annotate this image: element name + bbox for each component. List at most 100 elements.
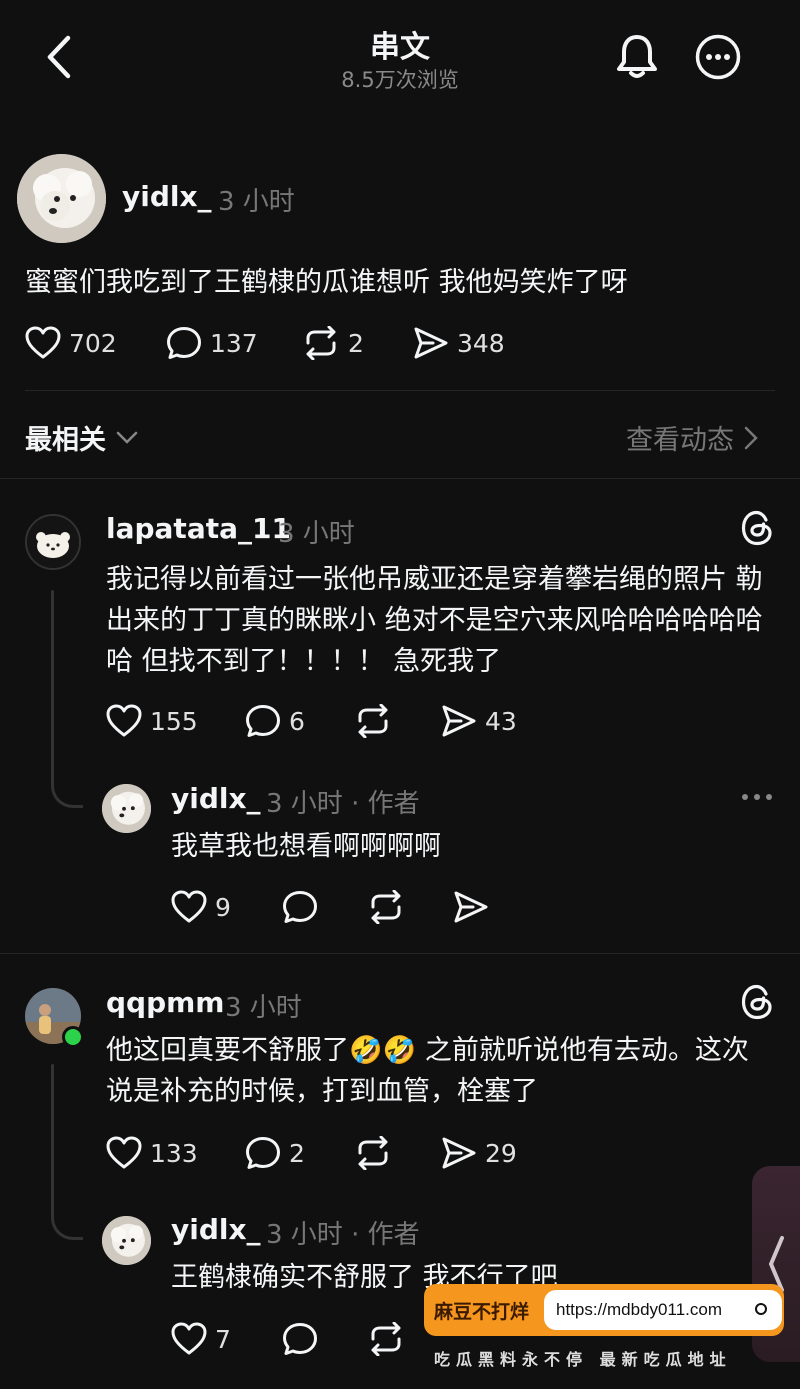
view-activity-link[interactable]: 查看动态 <box>626 418 758 457</box>
dog-avatar-icon <box>17 154 106 243</box>
sort-label: 最相关 <box>25 425 106 456</box>
threads-logo-icon <box>741 510 772 546</box>
post-like-count: 702 <box>69 328 117 358</box>
bear-avatar-icon <box>27 516 79 568</box>
sub-reply-text: 我草我也想看啊啊啊啊 <box>171 831 441 862</box>
sub-reply-share-button[interactable] <box>453 890 489 924</box>
reply-text: 我记得以前看过一张他吊威亚还是穿着攀岩绳的照片 勒出来的丁丁真的眯眯小 绝对不是… <box>106 564 763 677</box>
post-author-name[interactable]: yidlx_ <box>122 180 212 213</box>
post-text: 蜜蜜们我吃到了王鹤棣的瓜谁想听 我他妈笑炸了呀 <box>25 267 628 298</box>
threads-logo-icon <box>741 984 772 1020</box>
watermark-tagline: 吃瓜黑料永不停 最新吃瓜地址 <box>434 1350 732 1369</box>
sub-reply-author-name[interactable]: yidlx_ <box>171 1213 261 1246</box>
comment-icon <box>246 705 280 737</box>
reply-repost-button[interactable] <box>354 704 392 738</box>
reply-author-name[interactable]: lapatata_11 <box>106 512 291 545</box>
online-indicator <box>62 1026 84 1048</box>
reply-like-button[interactable]: 155 <box>106 704 198 738</box>
sub-reply-like-count: 7 <box>215 1324 231 1354</box>
reply-repost-button[interactable] <box>354 1136 392 1170</box>
reply-comment-button[interactable]: 6 <box>245 704 305 738</box>
reply-like-count: 155 <box>150 706 198 736</box>
comment-icon <box>283 1323 317 1355</box>
send-icon <box>442 1137 476 1169</box>
reply-comment-button[interactable]: 2 <box>245 1136 305 1170</box>
heart-icon <box>171 890 207 923</box>
sub-reply-author-name[interactable]: yidlx_ <box>171 782 261 815</box>
ellipsis-icon <box>742 794 772 800</box>
sub-reply-like-button[interactable]: 7 <box>171 1322 231 1356</box>
sub-reply-comment-button[interactable] <box>282 890 318 924</box>
sub-reply-time: 3 小时 · 作者 <box>266 789 420 819</box>
thread-connector <box>51 760 83 808</box>
send-icon <box>414 327 448 359</box>
sub-reply-repost-button[interactable] <box>367 890 405 924</box>
chevron-down-icon <box>116 431 138 444</box>
reply-share-button[interactable]: 29 <box>441 1136 517 1170</box>
reply-share-count: 43 <box>485 706 517 736</box>
divider <box>0 478 800 479</box>
post-repost-count: 2 <box>348 328 364 358</box>
repost-icon <box>371 1322 401 1356</box>
divider <box>25 390 775 391</box>
more-icon <box>695 34 741 80</box>
sort-dropdown[interactable]: 最相关 <box>25 418 138 457</box>
view-activity-label: 查看动态 <box>626 425 734 456</box>
dog-avatar-icon <box>102 784 151 833</box>
post-time: 3 小时 <box>218 187 295 217</box>
reply-like-button[interactable]: 133 <box>106 1136 198 1170</box>
reply-time: 3 小时 <box>278 519 355 549</box>
notification-button[interactable] <box>614 32 660 80</box>
sub-reply-avatar[interactable] <box>102 784 151 833</box>
post-share-button[interactable]: 348 <box>413 326 505 360</box>
sub-reply-avatar[interactable] <box>102 1216 151 1265</box>
repost-icon <box>358 704 388 738</box>
send-icon <box>454 891 488 923</box>
sub-reply-more-button[interactable] <box>740 792 774 802</box>
send-icon <box>442 705 476 737</box>
reply-share-button[interactable]: 43 <box>441 704 517 738</box>
reply-text: 他这回真要不舒服了🤣🤣 之前就听说他有去动。这次说是补充的时候，打到血管，栓塞了 <box>106 1035 749 1107</box>
threads-button[interactable] <box>740 983 774 1021</box>
comment-icon <box>246 1137 280 1169</box>
more-options-button[interactable] <box>695 34 741 80</box>
watermark-banner[interactable]: 麻豆不打烊 https://mdbdy011.com <box>424 1284 784 1336</box>
page-title: 串文 <box>370 30 430 65</box>
post-repost-button[interactable]: 2 <box>302 326 364 360</box>
reply-comment-count: 2 <box>289 1138 305 1168</box>
heart-icon <box>106 704 142 737</box>
threads-button[interactable] <box>740 509 774 547</box>
repost-icon <box>358 1136 388 1170</box>
view-count: 8.5万次浏览 <box>341 68 459 92</box>
divider <box>0 953 800 954</box>
post-comment-count: 137 <box>210 328 258 358</box>
reply-like-count: 133 <box>150 1138 198 1168</box>
post-comment-button[interactable]: 137 <box>166 326 258 360</box>
thread-connector <box>51 1194 83 1240</box>
heart-icon <box>25 326 61 359</box>
sub-reply-repost-button[interactable] <box>367 1322 405 1356</box>
search-icon <box>755 1303 767 1315</box>
watermark-url: https://mdbdy011.com <box>556 1300 722 1319</box>
repost-icon <box>306 326 336 360</box>
watermark-brand: 麻豆不打烊 <box>434 1300 530 1323</box>
comment-icon <box>167 327 201 359</box>
watermark-url-box[interactable]: https://mdbdy011.com <box>544 1290 782 1330</box>
thread-line <box>51 1064 54 1204</box>
sub-reply-like-count: 9 <box>215 892 231 922</box>
sub-reply-like-button[interactable]: 9 <box>171 890 231 924</box>
sub-reply-comment-button[interactable] <box>282 1322 318 1356</box>
reply-comment-count: 6 <box>289 706 305 736</box>
chevron-right-icon <box>744 426 758 449</box>
comment-icon <box>283 891 317 923</box>
heart-icon <box>171 1322 207 1355</box>
reply-time: 3 小时 <box>225 993 302 1023</box>
sub-reply-time: 3 小时 · 作者 <box>266 1220 420 1250</box>
heart-icon <box>106 1136 142 1169</box>
post-like-button[interactable]: 702 <box>25 326 117 360</box>
reply-author-name[interactable]: qqpmm <box>106 986 224 1019</box>
reply-avatar[interactable] <box>25 514 81 570</box>
dog-avatar-icon <box>102 1216 151 1265</box>
post-author-avatar[interactable] <box>17 154 106 243</box>
thread-line <box>51 590 54 770</box>
